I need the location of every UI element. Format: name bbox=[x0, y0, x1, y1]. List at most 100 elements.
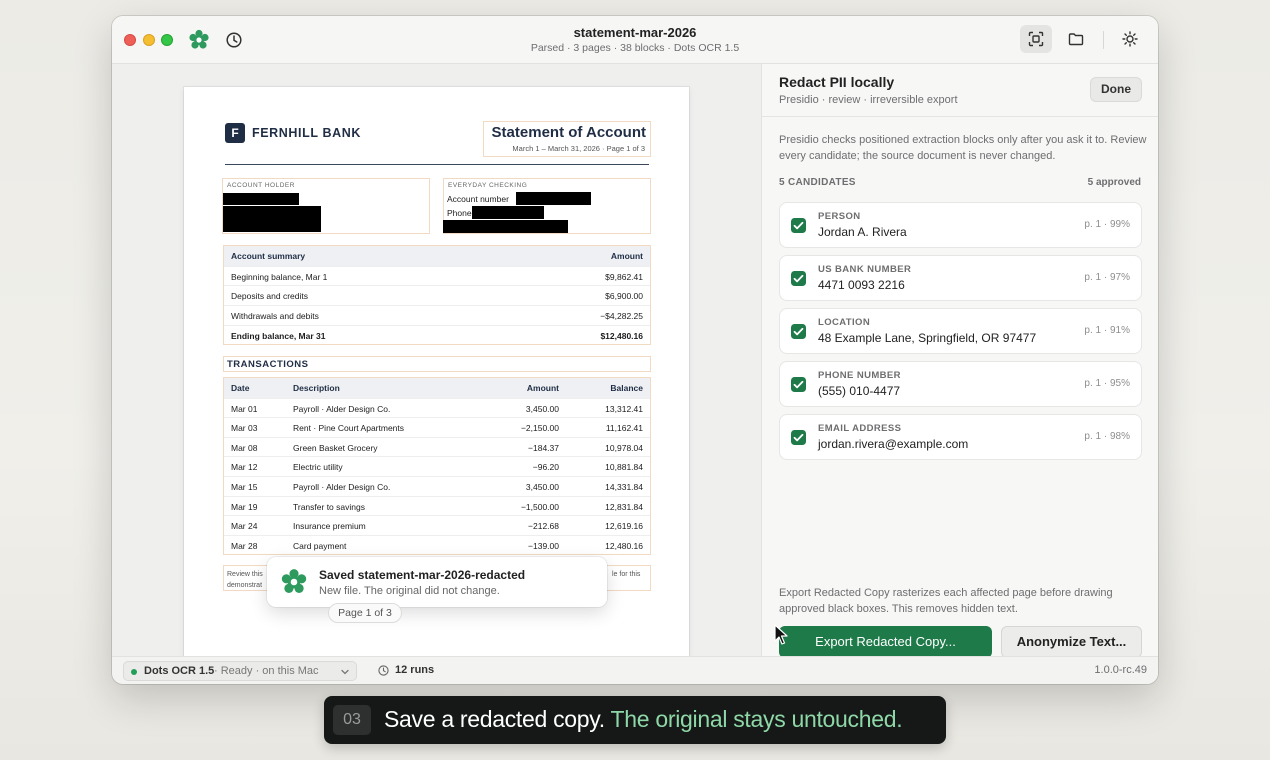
candidate-meta: p. 1 · 97% bbox=[1084, 272, 1130, 283]
candidate-meta: p. 1 · 95% bbox=[1084, 378, 1130, 389]
checkbox-icon[interactable] bbox=[791, 377, 806, 392]
tx-description: Card payment bbox=[293, 540, 347, 551]
redaction-box bbox=[472, 206, 544, 219]
panel-subtitle: Presidio · review · irreversible export bbox=[779, 94, 958, 106]
table-row: Mar 12 Electric utility −96.20 10,881.84 bbox=[224, 456, 650, 476]
caption-step-number: 03 bbox=[333, 705, 371, 735]
candidate-type: PERSON bbox=[818, 211, 861, 222]
column-header-amount: Amount bbox=[526, 383, 559, 393]
table-row: Mar 24 Insurance premium −212.68 12,619.… bbox=[224, 515, 650, 535]
summary-header-label: Account summary bbox=[231, 251, 306, 261]
tx-balance: 10,978.04 bbox=[605, 442, 643, 453]
table-row: Mar 01 Payroll · Alder Design Co. 3,450.… bbox=[224, 397, 650, 418]
checking-block: EVERYDAY CHECKING Account number Phone bbox=[443, 178, 651, 234]
table-header-row: Date Description Amount Balance bbox=[224, 378, 650, 398]
approved-count: 5 approved bbox=[1087, 177, 1141, 188]
tx-description: Payroll · Alder Design Co. bbox=[293, 481, 391, 492]
candidate-type: LOCATION bbox=[818, 317, 871, 328]
export-redacted-copy-button[interactable]: Export Redacted Copy... bbox=[779, 626, 992, 658]
runs-count[interactable]: 12 runs bbox=[395, 664, 434, 676]
candidate-type: US BANK NUMBER bbox=[818, 264, 912, 275]
anonymize-text-button[interactable]: Anonymize Text... bbox=[1001, 626, 1142, 658]
summary-label: Ending balance, Mar 31 bbox=[231, 330, 326, 341]
candidate-card[interactable]: EMAIL ADDRESS jordan.rivera@example.com … bbox=[779, 414, 1142, 460]
candidate-type: PHONE NUMBER bbox=[818, 370, 901, 381]
candidate-value: jordan.rivera@example.com bbox=[818, 437, 969, 451]
column-header-description: Description bbox=[293, 383, 340, 393]
caption-main: Save a redacted copy. bbox=[384, 706, 611, 732]
footer-note-left: Review this demonstrat bbox=[227, 569, 263, 591]
tx-description: Insurance premium bbox=[293, 521, 366, 532]
engine-status: · Ready · on this Mac bbox=[214, 665, 319, 677]
checking-label: EVERYDAY CHECKING bbox=[448, 182, 528, 189]
checkbox-icon[interactable] bbox=[791, 430, 806, 445]
appearance-icon bbox=[1122, 31, 1138, 47]
redact-panel-header: Redact PII locally Presidio · review · i… bbox=[762, 64, 1158, 117]
redaction-box bbox=[516, 192, 591, 205]
candidate-meta: p. 1 · 99% bbox=[1084, 219, 1130, 230]
account-holder-label: ACCOUNT HOLDER bbox=[227, 182, 295, 189]
table-row: Mar 19 Transfer to savings −1,500.00 12,… bbox=[224, 495, 650, 516]
tx-description: Transfer to savings bbox=[293, 501, 365, 512]
folder-icon bbox=[1068, 33, 1084, 46]
open-folder-button[interactable] bbox=[1060, 25, 1092, 53]
checkbox-icon[interactable] bbox=[791, 271, 806, 286]
scan-icon bbox=[1028, 31, 1044, 47]
candidate-card[interactable]: PERSON Jordan A. Rivera p. 1 · 99% bbox=[779, 202, 1142, 248]
table-header-row: Account summary Amount bbox=[224, 246, 650, 266]
toast-title: Saved statement-mar-2026-redacted bbox=[319, 568, 526, 582]
candidate-value: Jordan A. Rivera bbox=[818, 225, 907, 239]
summary-label: Deposits and credits bbox=[231, 291, 309, 302]
account-number-label: Account number bbox=[447, 194, 509, 204]
ocr-engine-select[interactable]: Dots OCR 1.5 · Ready · on this Mac bbox=[123, 661, 357, 681]
status-bar: Dots OCR 1.5 · Ready · on this Mac 12 ru… bbox=[112, 656, 1158, 684]
summary-label: Withdrawals and debits bbox=[231, 311, 319, 322]
tx-description: Electric utility bbox=[293, 462, 343, 473]
tx-description: Payroll · Alder Design Co. bbox=[293, 403, 391, 414]
table-row: Mar 08 Green Basket Grocery −184.37 10,9… bbox=[224, 436, 650, 457]
window-title: statement-mar-2026 bbox=[573, 25, 697, 40]
clock-icon bbox=[378, 665, 389, 676]
column-header-date: Date bbox=[231, 383, 250, 393]
header-rule bbox=[225, 164, 649, 165]
caption-banner: 03 Save a redacted copy. The original st… bbox=[324, 696, 946, 744]
tx-balance: 12,480.16 bbox=[605, 540, 643, 551]
page-indicator[interactable]: Page 1 of 3 bbox=[328, 603, 402, 623]
table-row: Deposits and credits $6,900.00 bbox=[224, 285, 650, 305]
candidate-meta: p. 1 · 98% bbox=[1084, 431, 1130, 442]
candidate-card[interactable]: LOCATION 48 Example Lane, Springfield, O… bbox=[779, 308, 1142, 354]
tx-balance: 11,162.41 bbox=[605, 423, 643, 434]
scan-button[interactable] bbox=[1020, 25, 1052, 53]
checkbox-icon[interactable] bbox=[791, 218, 806, 233]
tx-date: Mar 15 bbox=[231, 481, 258, 492]
tx-amount: −2,150.00 bbox=[520, 423, 559, 434]
checkbox-icon[interactable] bbox=[791, 324, 806, 339]
appearance-button[interactable] bbox=[1114, 25, 1146, 53]
summary-amount: −$4,282.25 bbox=[600, 311, 643, 322]
tx-date: Mar 01 bbox=[231, 403, 258, 414]
tx-date: Mar 19 bbox=[231, 501, 258, 512]
summary-label: Beginning balance, Mar 1 bbox=[231, 271, 328, 282]
candidate-type: EMAIL ADDRESS bbox=[818, 423, 902, 434]
bank-name: FERNHILL BANK bbox=[252, 126, 361, 140]
done-button[interactable]: Done bbox=[1090, 77, 1142, 102]
footer-note-line: demonstrat bbox=[227, 582, 263, 589]
tx-date: Mar 28 bbox=[231, 540, 258, 551]
candidates-count: 5 CANDIDATES bbox=[779, 177, 856, 188]
export-note: Export Redacted Copy rasterizes each aff… bbox=[779, 587, 1113, 615]
candidate-meta: p. 1 · 91% bbox=[1084, 325, 1130, 336]
tx-balance: 12,619.16 bbox=[605, 521, 643, 532]
document-pane: F FERNHILL BANK Statement of Account Mar… bbox=[112, 64, 761, 659]
candidate-card[interactable]: US BANK NUMBER 4471 0093 2216 p. 1 · 97% bbox=[779, 255, 1142, 301]
statement-period: March 1 – March 31, 2026 · Page 1 of 3 bbox=[512, 144, 645, 153]
transactions-table: Date Description Amount Balance Mar 01 P… bbox=[223, 377, 651, 556]
footer-note-line: Review this bbox=[227, 571, 263, 578]
account-summary-table: Account summary Amount Beginning balance… bbox=[223, 245, 651, 346]
tx-date: Mar 03 bbox=[231, 423, 258, 434]
candidate-card[interactable]: PHONE NUMBER (555) 010-4477 p. 1 · 95% bbox=[779, 361, 1142, 407]
tx-amount: −1,500.00 bbox=[520, 501, 559, 512]
window-subtitle: Parsed · 3 pages · 38 blocks · Dots OCR … bbox=[530, 42, 740, 54]
tx-balance: 12,831.84 bbox=[605, 501, 643, 512]
app-logo-icon bbox=[281, 569, 307, 593]
candidate-value: 48 Example Lane, Springfield, OR 97477 bbox=[818, 331, 1037, 345]
